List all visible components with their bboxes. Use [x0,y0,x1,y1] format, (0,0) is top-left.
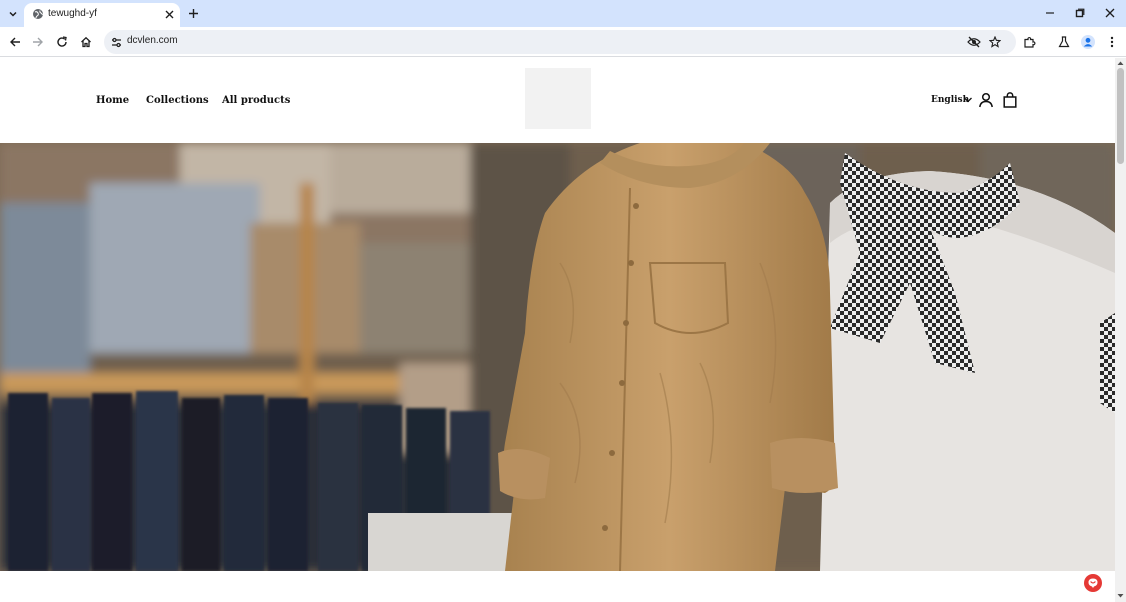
puzzle-icon [1023,36,1036,48]
browser-tab[interactable]: tewughd-yf [24,3,180,27]
hero-banner-image [0,143,1115,571]
back-button[interactable] [7,34,23,50]
site-info-button[interactable] [109,35,123,49]
browser-toolbar: dcvlen.com [0,27,1126,57]
back-arrow-icon [10,37,20,47]
reload-icon [57,36,67,47]
reload-button[interactable] [54,34,70,50]
kebab-menu-icon [1110,36,1114,48]
chat-icon [1088,578,1098,588]
minimize-icon [1046,12,1054,14]
scrollbar-thumb[interactable] [1117,68,1124,164]
flask-icon [1058,36,1070,48]
labs-button[interactable] [1056,34,1072,50]
home-button[interactable] [78,34,94,50]
home-icon [81,36,91,48]
forward-arrow-icon [33,37,43,47]
star-icon [989,36,1001,48]
bookmark-button[interactable] [988,35,1002,49]
scroll-up-arrow-icon[interactable] [1116,59,1125,67]
site-header: Home Collections All products English [0,58,1115,143]
nav-home[interactable]: Home [96,95,129,106]
close-icon [165,10,173,18]
profile-button[interactable] [1080,34,1096,50]
tab-search-button[interactable] [4,5,22,23]
plus-icon [188,8,198,18]
restore-button[interactable] [1070,4,1090,22]
url-text[interactable]: dcvlen.com [127,35,178,46]
tab-strip: tewughd-yf [0,0,1126,27]
address-bar[interactable]: dcvlen.com [104,30,1016,54]
nav-all-products[interactable]: All products [222,95,290,106]
chevron-down-icon [9,11,17,17]
site-logo[interactable] [525,68,591,129]
browser-menu-button[interactable] [1104,34,1120,50]
clothing-store-photo [0,143,1115,571]
scroll-down-arrow-icon[interactable] [1116,592,1125,600]
web-page: Home Collections All products English [0,58,1115,602]
shopping-bag-icon[interactable] [1002,92,1018,108]
nav-collections[interactable]: Collections [146,95,209,106]
eye-off-icon [967,36,981,48]
close-tab-button[interactable] [163,8,175,20]
restore-icon [1075,8,1085,18]
tab-title: tewughd-yf [48,8,97,19]
avatar-icon [1081,35,1095,49]
close-icon [1105,8,1115,18]
page-scrollbar[interactable] [1115,58,1126,602]
tune-icon [111,37,121,47]
new-tab-button[interactable] [186,6,200,20]
close-window-button[interactable] [1100,4,1120,22]
user-icon[interactable] [978,92,994,108]
minimize-button[interactable] [1040,4,1060,22]
chevron-down-icon[interactable] [963,95,973,105]
forward-button[interactable] [30,34,46,50]
extensions-button[interactable] [1021,34,1037,50]
chat-widget-button[interactable] [1084,574,1102,592]
globe-icon [33,9,43,19]
tracking-protection-button[interactable] [967,35,981,49]
